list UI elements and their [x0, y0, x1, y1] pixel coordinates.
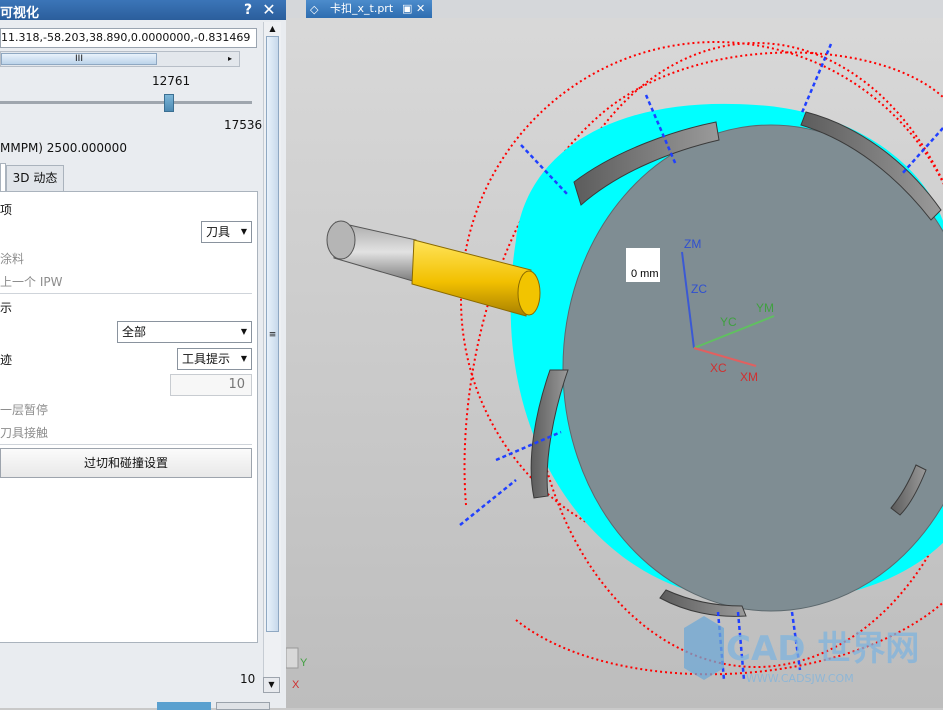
scroll-right-icon[interactable]: ▸: [223, 53, 237, 65]
zc-label: ZC: [691, 282, 707, 296]
layer-pause-option[interactable]: 一层暂停: [0, 401, 48, 418]
tool-end-face: [326, 220, 356, 260]
close-tab-icon[interactable]: ✕: [416, 0, 425, 17]
part-file-icon: ◇: [310, 3, 319, 16]
ym-label: YM: [756, 301, 774, 315]
remove-material-option[interactable]: 涂料: [0, 250, 24, 267]
viewport-canvas[interactable]: 0 mm ZM ZC YC YM XC XM Y X CAD 世界网 WWW.C…: [286, 0, 943, 708]
animation-slider-thumb[interactable]: [164, 94, 174, 112]
trace-dropdown[interactable]: 工具提示 ▼: [177, 348, 252, 370]
tool-holder-end: [517, 270, 541, 316]
previous-ipw-option[interactable]: 上一个 IPW: [0, 273, 62, 290]
tab-part-file[interactable]: ◇ 卡扣_x_t.prt ▣ ✕: [306, 0, 432, 18]
vertical-scrollbar-thumb[interactable]: ≡: [266, 36, 279, 632]
chevron-down-icon: ▼: [240, 327, 247, 336]
chevron-down-icon: ▼: [240, 227, 247, 236]
display-dropdown-value: 全部: [122, 325, 147, 339]
document-tab-strip: ◇ 卡扣_x_t.prt ▣ ✕: [286, 0, 943, 18]
xm-label: XM: [740, 370, 758, 384]
count-input[interactable]: 10: [170, 374, 252, 396]
horizontal-scrollbar[interactable]: III ▸: [0, 51, 240, 67]
scrollbar-thumb[interactable]: III: [1, 53, 157, 65]
coordinates-field[interactable]: 11.318,-58.203,38.890,0.0000000,-0.83146…: [0, 28, 257, 48]
section-label: 项: [0, 203, 13, 217]
tab-label: 卡扣_x_t.prt: [330, 2, 394, 15]
triad-y-label: Y: [300, 657, 308, 669]
dialog-title: 可视化: [0, 6, 40, 21]
section-label: 迹: [0, 353, 13, 367]
zm-label: ZM: [684, 237, 701, 251]
settings-panel: 项 刀具 ▼ 涂料 上一个 IPW 示 全部 ▼ 迹 工具提示 ▼ 10 一层暂…: [0, 191, 258, 643]
close-icon[interactable]: ✕: [260, 0, 278, 20]
watermark-url: WWW.CADSJW.COM: [746, 672, 854, 685]
yc-label: YC: [720, 315, 737, 329]
slider-max-value: 17536: [224, 118, 263, 132]
trace-dropdown-value: 工具提示: [182, 352, 231, 366]
ok-button[interactable]: [157, 702, 211, 710]
tool-contact-option[interactable]: 刀具接触: [0, 424, 48, 441]
tab-3d-dynamic[interactable]: 3D 动态: [6, 165, 64, 191]
divider: [0, 444, 252, 445]
section-label: 示: [0, 301, 13, 315]
vertical-scrollbar[interactable]: ▲ ≡: [263, 22, 281, 692]
watermark-title: CAD 世界网: [726, 629, 919, 669]
divider: [0, 293, 252, 294]
feed-rate-text: MMPM) 2500.000000: [0, 141, 127, 155]
dimension-label: 0 mm: [631, 268, 659, 280]
slider-current-value: 12761: [152, 74, 191, 88]
scroll-down-icon[interactable]: ▼: [263, 677, 280, 693]
tool-dropdown[interactable]: 刀具 ▼: [201, 221, 252, 243]
help-icon[interactable]: ?: [240, 0, 256, 20]
xc-label: XC: [710, 361, 727, 375]
display-dropdown[interactable]: 全部 ▼: [117, 321, 252, 343]
chevron-down-icon: ▼: [240, 354, 247, 363]
scroll-up-icon[interactable]: ▲: [264, 22, 281, 36]
dialog-title-bar[interactable]: 可视化 ? ✕: [0, 0, 286, 21]
gouge-collision-settings-button[interactable]: 过切和碰撞设置: [0, 448, 252, 478]
visualization-dialog: 可视化 ? ✕ 11.318,-58.203,38.890,0.0000000,…: [0, 0, 286, 710]
animation-slider-track[interactable]: [0, 101, 252, 104]
tool-dropdown-value: 刀具: [206, 225, 231, 239]
bottom-value: 10: [240, 672, 256, 686]
cancel-button[interactable]: [216, 702, 270, 710]
graphics-viewport[interactable]: 0 mm ZM ZC YC YM XC XM Y X CAD 世界网 WWW.C…: [286, 0, 943, 708]
triad-x-label: X: [292, 679, 300, 691]
pin-icon[interactable]: ▣: [402, 0, 412, 17]
watermark-logo: [684, 616, 724, 680]
